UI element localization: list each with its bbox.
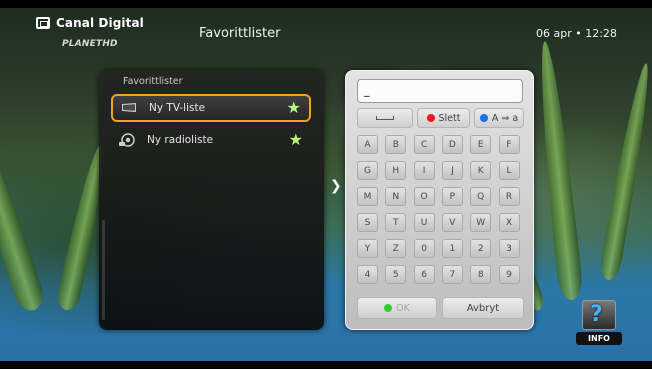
keyboard-panel: _ Slett A ⇒ a OK Avbryt ABCDEF GHIJKL MNOP…	[345, 70, 534, 330]
list-item-radio[interactable]: Ny radioliste ★	[111, 126, 311, 154]
space-icon	[376, 116, 394, 120]
case-label: A ⇒ a	[491, 112, 519, 124]
key-f[interactable]: F	[498, 135, 520, 154]
key-0[interactable]: 0	[413, 239, 435, 258]
list-item-tv[interactable]: Ny TV-liste ★	[111, 94, 311, 122]
key-x[interactable]: X	[498, 213, 520, 232]
key-3[interactable]: 3	[498, 239, 520, 258]
brand-name: Canal Digital	[56, 16, 144, 30]
letterbox-top	[0, 0, 652, 8]
key-g[interactable]: G	[357, 161, 378, 180]
leaf-decoration	[598, 61, 652, 282]
info-label: INFO	[576, 332, 622, 345]
canal-digital-logo-icon	[36, 17, 50, 29]
list-item-label: Ny TV-liste	[149, 102, 206, 114]
ok-button[interactable]: OK	[357, 297, 437, 319]
key-6[interactable]: 6	[413, 265, 435, 284]
question-mark-icon: ?	[590, 302, 603, 327]
info-button[interactable]: ? INFO	[576, 300, 622, 350]
red-dot-icon	[426, 114, 435, 122]
leaf-decoration	[532, 40, 584, 302]
key-e[interactable]: E	[470, 135, 492, 154]
green-dot-icon	[384, 304, 393, 312]
key-c[interactable]: C	[413, 135, 435, 154]
key-9[interactable]: 9	[498, 265, 520, 284]
ok-label: OK	[396, 302, 410, 314]
channel-logo: PLANETHD	[62, 39, 118, 49]
tv-screen: Canal Digital PLANETHD Favorittlister 06…	[0, 0, 652, 369]
key-p[interactable]: P	[441, 187, 463, 206]
case-toggle-button[interactable]: A ⇒ a	[474, 108, 524, 128]
favourites-list-panel: Favorittlister Ny TV-liste ★ Ny radiolis…	[99, 70, 324, 330]
cancel-button[interactable]: Avbryt	[442, 297, 524, 319]
key-t[interactable]: T	[385, 213, 407, 232]
key-j[interactable]: J	[441, 161, 463, 180]
key-q[interactable]: Q	[470, 187, 492, 206]
leaf-decoration	[0, 115, 48, 315]
letterbox-bottom	[0, 361, 652, 369]
key-7[interactable]: 7	[441, 265, 463, 284]
panel-title: Favorittlister	[123, 76, 183, 87]
key-y[interactable]: Y	[357, 239, 378, 258]
brand-logo: Canal Digital	[36, 16, 144, 30]
list-name-input[interactable]: _	[357, 79, 523, 103]
key-v[interactable]: V	[441, 213, 463, 232]
key-1[interactable]: 1	[441, 239, 463, 258]
radio-icon	[119, 132, 135, 148]
key-m[interactable]: M	[357, 187, 378, 206]
scrollbar[interactable]	[102, 220, 105, 320]
blue-dot-icon	[479, 114, 488, 122]
key-u[interactable]: U	[413, 213, 435, 232]
chevron-right-icon: ❯	[330, 178, 342, 194]
key-n[interactable]: N	[385, 187, 407, 206]
key-2[interactable]: 2	[470, 239, 492, 258]
list-item-label: Ny radioliste	[147, 134, 214, 146]
key-o[interactable]: O	[413, 187, 435, 206]
cancel-label: Avbryt	[466, 302, 500, 314]
key-d[interactable]: D	[441, 135, 463, 154]
space-button[interactable]	[357, 108, 413, 128]
star-icon: ★	[288, 130, 303, 149]
key-r[interactable]: R	[498, 187, 520, 206]
delete-label: Slett	[438, 112, 461, 124]
key-k[interactable]: K	[470, 161, 492, 180]
key-5[interactable]: 5	[385, 265, 407, 284]
key-i[interactable]: I	[413, 161, 435, 180]
key-4[interactable]: 4	[357, 265, 378, 284]
key-s[interactable]: S	[357, 213, 378, 232]
key-h[interactable]: H	[385, 161, 407, 180]
datetime: 06 apr • 12:28	[536, 27, 617, 40]
key-w[interactable]: W	[470, 213, 492, 232]
key-z[interactable]: Z	[385, 239, 407, 258]
key-a[interactable]: A	[357, 135, 378, 154]
key-8[interactable]: 8	[470, 265, 492, 284]
tv-icon	[121, 100, 137, 116]
key-l[interactable]: L	[498, 161, 520, 180]
delete-button[interactable]: Slett	[417, 108, 470, 128]
key-b[interactable]: B	[385, 135, 407, 154]
page-title: Favorittlister	[199, 26, 281, 41]
star-icon: ★	[286, 98, 301, 117]
